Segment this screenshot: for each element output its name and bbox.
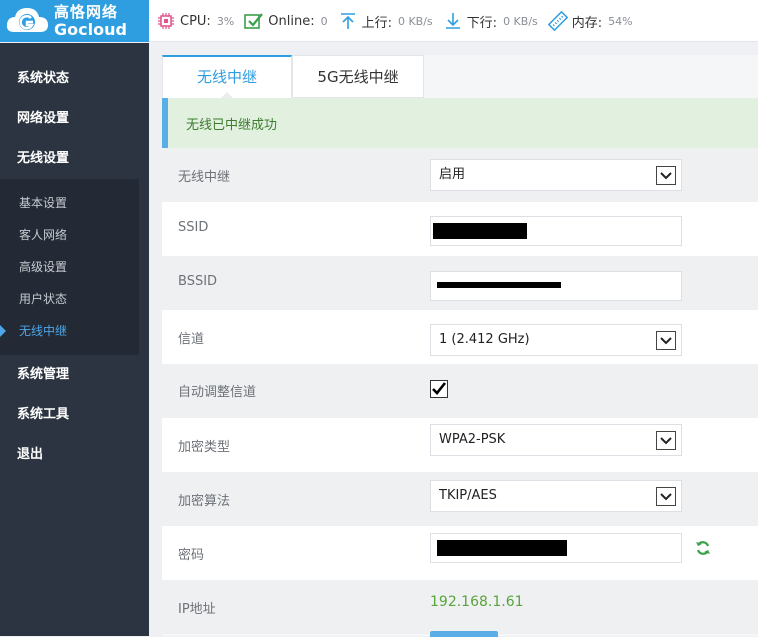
relay-select[interactable]: 启用 bbox=[430, 159, 682, 191]
bssid-label: BSSID bbox=[178, 274, 218, 289]
upload-arrow-icon bbox=[338, 11, 358, 31]
ssid-input[interactable] bbox=[430, 216, 682, 246]
tab-5g-wireless-relay[interactable]: 5G无线中继 bbox=[292, 55, 424, 98]
chevron-down-icon bbox=[656, 166, 676, 185]
cloud-logo-icon bbox=[4, 4, 50, 38]
success-alert: 无线已中继成功 bbox=[162, 98, 758, 148]
sidebar-item-system-management[interactable]: 系统管理 bbox=[0, 355, 149, 395]
row-wireless-relay: 无线中继 启用 bbox=[162, 148, 758, 202]
row-encryption-algorithm: 加密算法 TKIP/AES bbox=[162, 472, 758, 526]
redacted-ssid bbox=[433, 223, 527, 239]
refresh-icon[interactable] bbox=[695, 540, 711, 556]
upload-label: 上行: bbox=[361, 15, 392, 31]
cpu-stat: CPU: 3% bbox=[156, 11, 234, 31]
cpu-label: CPU: bbox=[180, 13, 211, 29]
row-bssid: BSSID bbox=[162, 256, 758, 310]
active-marker-icon bbox=[0, 325, 6, 337]
redacted-password bbox=[437, 540, 567, 556]
download-arrow-icon bbox=[443, 11, 463, 31]
logo-title: 高恪网络 bbox=[54, 2, 119, 21]
enc-alg-label: 加密算法 bbox=[178, 494, 231, 509]
channel-label: 信道 bbox=[178, 332, 205, 347]
sidebar-subitem-wireless-relay[interactable]: 无线中继 bbox=[0, 315, 139, 347]
sidebar-subitem-guest-network[interactable]: 客人网络 bbox=[0, 219, 139, 251]
password-input[interactable] bbox=[430, 533, 682, 563]
relay-label: 无线中继 bbox=[178, 170, 231, 185]
download-label: 下行: bbox=[466, 15, 498, 31]
enc-type-select-value: WPA2-PSK bbox=[439, 432, 506, 447]
sidebar: 系统状态 网络设置 无线设置 基本设置 客人网络 高级设置 用户状态 无线中继 … bbox=[0, 43, 149, 636]
sidebar-item-network-settings[interactable]: 网络设置 bbox=[0, 99, 149, 139]
online-value: 0 bbox=[320, 14, 328, 28]
main-content: 无线中继 5G无线中继 无线已中继成功 无线中继 启用 SSID BSSID 信… bbox=[162, 55, 758, 637]
enc-type-label: 加密类型 bbox=[178, 440, 231, 455]
enc-alg-select[interactable]: TKIP/AES bbox=[430, 480, 682, 512]
memory-value: 54% bbox=[608, 14, 633, 28]
row-ssid: SSID bbox=[162, 202, 758, 256]
sidebar-subitem-label: 无线中继 bbox=[19, 324, 68, 338]
download-value: 0 KB/s bbox=[503, 14, 538, 28]
memory-stick-icon bbox=[547, 11, 568, 31]
sidebar-item-system-tools[interactable]: 系统工具 bbox=[0, 395, 149, 435]
ssid-label: SSID bbox=[178, 220, 209, 235]
ip-label: IP地址 bbox=[178, 602, 216, 617]
auto-channel-checkbox[interactable] bbox=[430, 380, 448, 398]
online-stat: Online: 0 bbox=[244, 11, 328, 31]
redacted-bssid bbox=[437, 282, 561, 288]
relay-select-value: 启用 bbox=[439, 167, 466, 182]
sidebar-subitem-basic[interactable]: 基本设置 bbox=[0, 187, 139, 219]
upload-value: 0 KB/s bbox=[397, 14, 433, 28]
tab-bar: 无线中继 5G无线中继 bbox=[162, 55, 758, 98]
memory-stat: 内存: 54% bbox=[547, 11, 633, 31]
chevron-down-icon bbox=[656, 331, 676, 350]
cpu-value: 3% bbox=[216, 14, 235, 28]
ip-value: 192.168.1.61 bbox=[430, 594, 524, 610]
online-label: Online: bbox=[268, 13, 315, 29]
wireless-submenu: 基本设置 客人网络 高级设置 用户状态 无线中继 bbox=[0, 179, 139, 355]
status-bar: CPU: 3% Online: 0 上行: 0 KB/s 下行: 0 KB/s bbox=[156, 0, 643, 42]
checkmark-icon bbox=[432, 382, 447, 395]
row-password: 密码 bbox=[162, 526, 758, 580]
row-ip-address: IP地址 192.168.1.61 bbox=[162, 580, 758, 634]
sidebar-item-wireless-settings[interactable]: 无线设置 bbox=[0, 139, 149, 179]
tab-label: 无线中继 bbox=[196, 68, 257, 86]
enc-alg-select-value: TKIP/AES bbox=[439, 488, 497, 503]
top-header: 高恪网络 Gocloud CPU: 3% Online: 0 上行: 0 KB/… bbox=[0, 0, 758, 42]
sidebar-subitem-user-status[interactable]: 用户状态 bbox=[0, 283, 139, 315]
save-button[interactable] bbox=[430, 631, 498, 637]
chevron-down-icon bbox=[656, 487, 676, 506]
logo-subtitle: Gocloud bbox=[54, 19, 127, 39]
chevron-down-icon bbox=[656, 431, 676, 450]
download-stat: 下行: 0 KB/s bbox=[443, 11, 538, 31]
channel-select[interactable]: 1 (2.412 GHz) bbox=[430, 324, 682, 356]
tab-wireless-relay[interactable]: 无线中继 bbox=[162, 55, 292, 98]
row-auto-channel: 自动调整信道 bbox=[162, 364, 758, 418]
row-channel: 信道 1 (2.412 GHz) bbox=[162, 310, 758, 364]
password-label: 密码 bbox=[178, 548, 205, 563]
sidebar-subitem-advanced[interactable]: 高级设置 bbox=[0, 251, 139, 283]
auto-channel-label: 自动调整信道 bbox=[178, 385, 257, 400]
brand-logo[interactable]: 高恪网络 Gocloud bbox=[0, 0, 149, 42]
cpu-chip-icon bbox=[156, 11, 176, 31]
sidebar-item-system-status[interactable]: 系统状态 bbox=[0, 59, 149, 99]
channel-select-value: 1 (2.412 GHz) bbox=[439, 332, 530, 347]
memory-label: 内存: bbox=[571, 15, 603, 31]
row-encryption-type: 加密类型 WPA2-PSK bbox=[162, 418, 758, 472]
upload-stat: 上行: 0 KB/s bbox=[338, 11, 433, 31]
sidebar-item-logout[interactable]: 退出 bbox=[0, 435, 149, 475]
bssid-input[interactable] bbox=[430, 271, 682, 301]
enc-type-select[interactable]: WPA2-PSK bbox=[430, 424, 682, 456]
online-check-icon bbox=[244, 11, 264, 31]
